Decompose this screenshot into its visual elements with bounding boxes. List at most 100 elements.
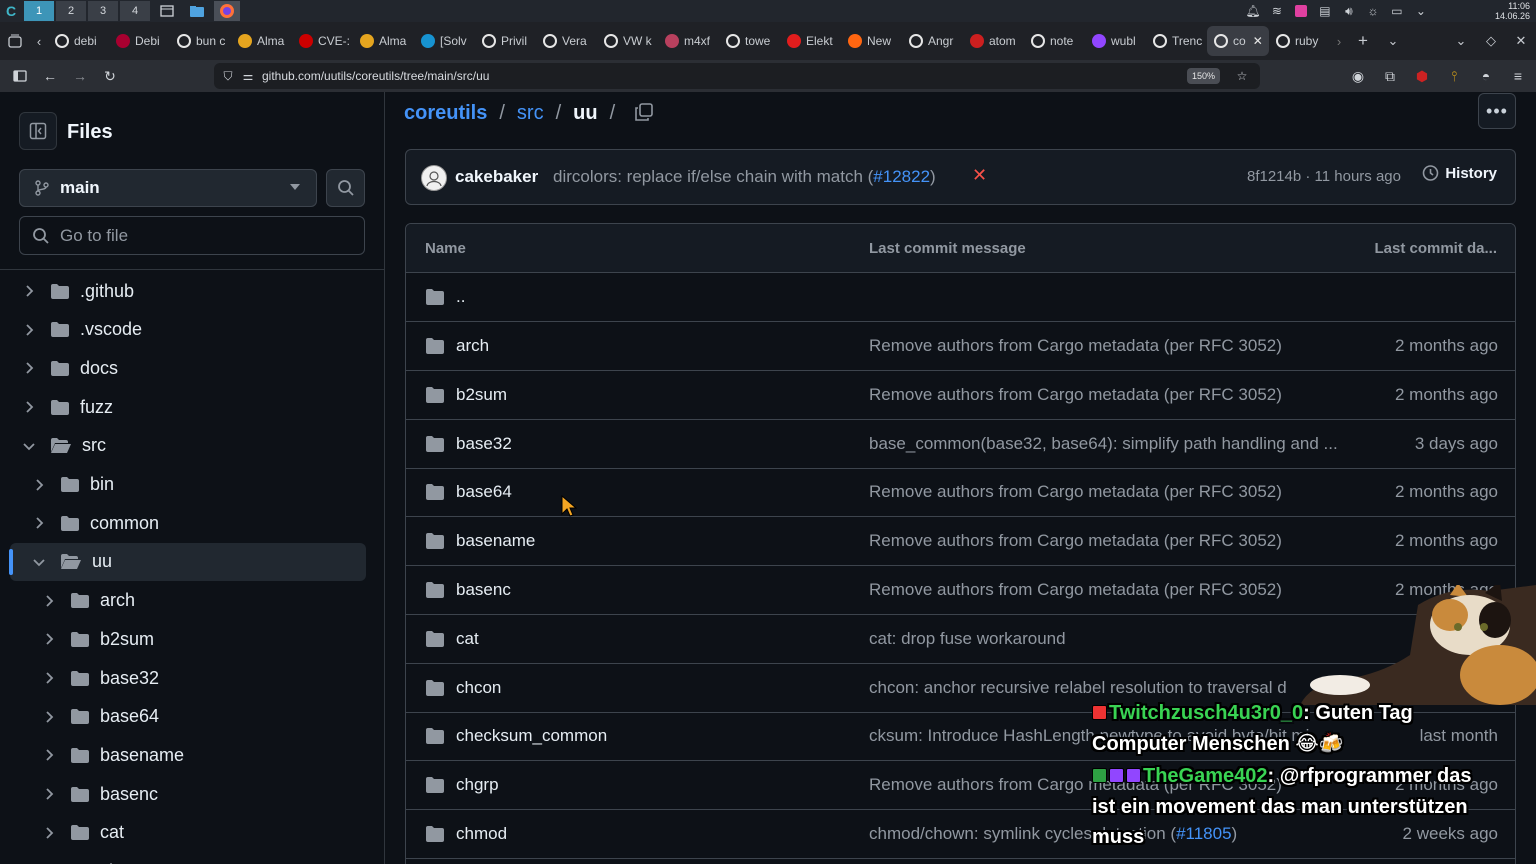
chevron-right-icon[interactable] — [40, 824, 58, 842]
reload-icon[interactable]: ↻ — [96, 62, 124, 90]
brightness-icon[interactable]: ☼ — [1365, 3, 1381, 19]
display-icon[interactable]: ▭ — [1389, 3, 1405, 19]
clipboard-icon[interactable]: ▤ — [1317, 3, 1333, 19]
shield-icon[interactable]: ⛉ — [220, 68, 236, 84]
network-icon[interactable]: ≋ — [1269, 3, 1285, 19]
chevron-right-icon[interactable] — [20, 321, 38, 339]
address-bar[interactable]: ⛉ ⚌ github.com/uutils/coreutils/tree/mai… — [214, 63, 1260, 89]
file-name-link[interactable]: basenc — [456, 580, 511, 600]
forward-icon[interactable]: → — [66, 62, 94, 90]
tree-item-uu[interactable]: uu — [9, 542, 366, 581]
chevron-down-icon[interactable]: ⌄ — [1413, 3, 1429, 19]
tree-item-cat[interactable]: cat — [10, 814, 366, 852]
commit-message-link[interactable]: chcon: anchor recursive relabel resoluti… — [869, 678, 1287, 698]
table-row[interactable]: basename Remove authors from Cargo metada… — [406, 517, 1515, 567]
chevron-right-icon[interactable] — [20, 359, 38, 377]
file-name-link[interactable]: base32 — [456, 434, 512, 454]
chevron-right-icon[interactable] — [40, 592, 58, 610]
chevron-right-icon[interactable] — [20, 398, 38, 416]
commit-pr-link[interactable]: #12822 — [873, 167, 930, 186]
firefox-taskbar-icon[interactable] — [214, 1, 240, 21]
chevron-right-icon[interactable] — [40, 630, 58, 648]
browser-tab[interactable]: Alma — [231, 26, 292, 56]
file-name-link[interactable]: base64 — [456, 482, 512, 502]
file-name-link[interactable]: arch — [456, 336, 489, 356]
chevron-right-icon[interactable] — [30, 476, 48, 494]
table-row[interactable]: base32 base_common(base32, base64): simpl… — [406, 420, 1515, 469]
file-name-link[interactable]: cat — [456, 629, 479, 649]
tab-overview-icon[interactable] — [0, 26, 30, 56]
browser-tab[interactable]: m4xf — [658, 26, 719, 56]
browser-tab[interactable]: Trenc — [1146, 26, 1207, 56]
tree-item-basenc[interactable]: basenc — [10, 775, 366, 813]
file-name-link[interactable]: chgrp — [456, 775, 499, 795]
chevron-down-icon[interactable] — [30, 553, 48, 571]
more-options-button[interactable]: ••• — [1478, 93, 1516, 129]
browser-tab[interactable]: VW k — [597, 26, 658, 56]
ublock-icon[interactable]: ⬢ — [1412, 62, 1432, 90]
tab-scroll-left-icon[interactable]: ‹ — [30, 26, 48, 56]
close-window-icon[interactable]: ✕ — [1506, 26, 1536, 56]
avatar[interactable] — [421, 165, 447, 191]
copy-path-button[interactable] — [632, 100, 656, 124]
browser-tab[interactable]: New — [841, 26, 902, 56]
browser-tab[interactable]: CVE-: — [292, 26, 353, 56]
breadcrumb-repo-link[interactable]: coreutils — [404, 102, 487, 125]
browser-tab[interactable]: Debi — [109, 26, 170, 56]
new-tab-icon[interactable]: + — [1348, 26, 1378, 56]
browser-tab[interactable]: wubl — [1085, 26, 1146, 56]
extension-mask-icon[interactable]: ◓ — [1476, 62, 1496, 90]
url-text[interactable]: github.com/uutils/coreutils/tree/main/sr… — [262, 69, 489, 83]
commit-message-link[interactable]: Remove authors from Cargo metadata (per … — [869, 482, 1282, 502]
bookmark-star-icon[interactable]: ☆ — [1234, 68, 1250, 84]
browser-tab[interactable]: Vera — [536, 26, 597, 56]
distro-logo-icon[interactable]: C — [0, 0, 22, 22]
zoom-level[interactable]: 150% — [1186, 68, 1220, 84]
account-icon[interactable]: ◉ — [1348, 62, 1368, 90]
ci-failed-icon[interactable]: ✕ — [972, 165, 987, 186]
history-button[interactable]: History — [1421, 164, 1497, 182]
commit-message-link[interactable]: Remove authors from Cargo metadata (per … — [869, 580, 1282, 600]
chevron-down-icon[interactable] — [20, 437, 38, 455]
tree-item-src[interactable]: src — [10, 427, 366, 465]
file-name-link[interactable]: b2sum — [456, 385, 507, 405]
browser-tab[interactable]: ruby — [1269, 26, 1330, 56]
tab-list-dropdown-icon[interactable]: ⌄ — [1378, 26, 1408, 56]
table-row[interactable]: arch Remove authors from Cargo metadata (… — [406, 322, 1515, 371]
tree-item-b2sum[interactable]: b2sum — [10, 620, 366, 658]
tree-item-chcon[interactable]: chcon — [10, 853, 366, 864]
app-tray-icon[interactable] — [1293, 3, 1309, 19]
tree-item-basename[interactable]: basename — [10, 736, 366, 774]
browser-tab[interactable]: atom — [963, 26, 1024, 56]
commit-message-link[interactable]: Remove authors from Cargo metadata (per … — [869, 385, 1282, 405]
tree-item-github[interactable]: .github — [10, 272, 366, 310]
commit-message[interactable]: dircolors: replace if/else chain with ma… — [553, 167, 936, 187]
go-to-file-field[interactable] — [19, 216, 365, 255]
tree-item-vscode[interactable]: .vscode — [10, 311, 366, 349]
workspace-2[interactable]: 2 — [56, 1, 86, 21]
browser-tab[interactable]: co ✕ — [1207, 26, 1269, 56]
table-row[interactable]: b2sum Remove authors from Cargo metadata … — [406, 371, 1515, 420]
tree-item-fuzz[interactable]: fuzz — [10, 388, 366, 426]
browser-tab[interactable]: debi — [48, 26, 109, 56]
chevron-right-icon[interactable] — [40, 785, 58, 803]
commit-message-link[interactable]: Remove authors from Cargo metadata (per … — [869, 336, 1282, 356]
menu-icon[interactable]: ≡ — [1508, 62, 1528, 90]
back-icon[interactable]: ← — [36, 62, 64, 90]
commit-message-link[interactable]: Remove authors from Cargo metadata (per … — [869, 531, 1282, 551]
chevron-right-icon[interactable] — [40, 708, 58, 726]
commit-author[interactable]: cakebaker — [455, 167, 538, 187]
restore-icon[interactable]: ◇ — [1476, 26, 1506, 56]
file-name-link[interactable]: chmod — [456, 824, 507, 844]
browser-tab[interactable]: Elekt — [780, 26, 841, 56]
search-button[interactable] — [326, 169, 365, 207]
parent-directory-link[interactable]: .. — [456, 287, 465, 307]
file-name-link[interactable]: basename — [456, 531, 535, 551]
sidebar-toggle-icon[interactable] — [6, 62, 34, 90]
go-to-file-input[interactable] — [60, 225, 350, 246]
commit-message-link[interactable]: base_common(base32, base64): simplify pa… — [869, 434, 1338, 454]
tree-item-arch[interactable]: arch — [10, 582, 366, 620]
extension-pin-icon[interactable]: ⫯ — [1444, 62, 1464, 90]
chevron-right-icon[interactable] — [30, 514, 48, 532]
clock[interactable]: 11:06 14.06.26 — [1495, 1, 1530, 21]
